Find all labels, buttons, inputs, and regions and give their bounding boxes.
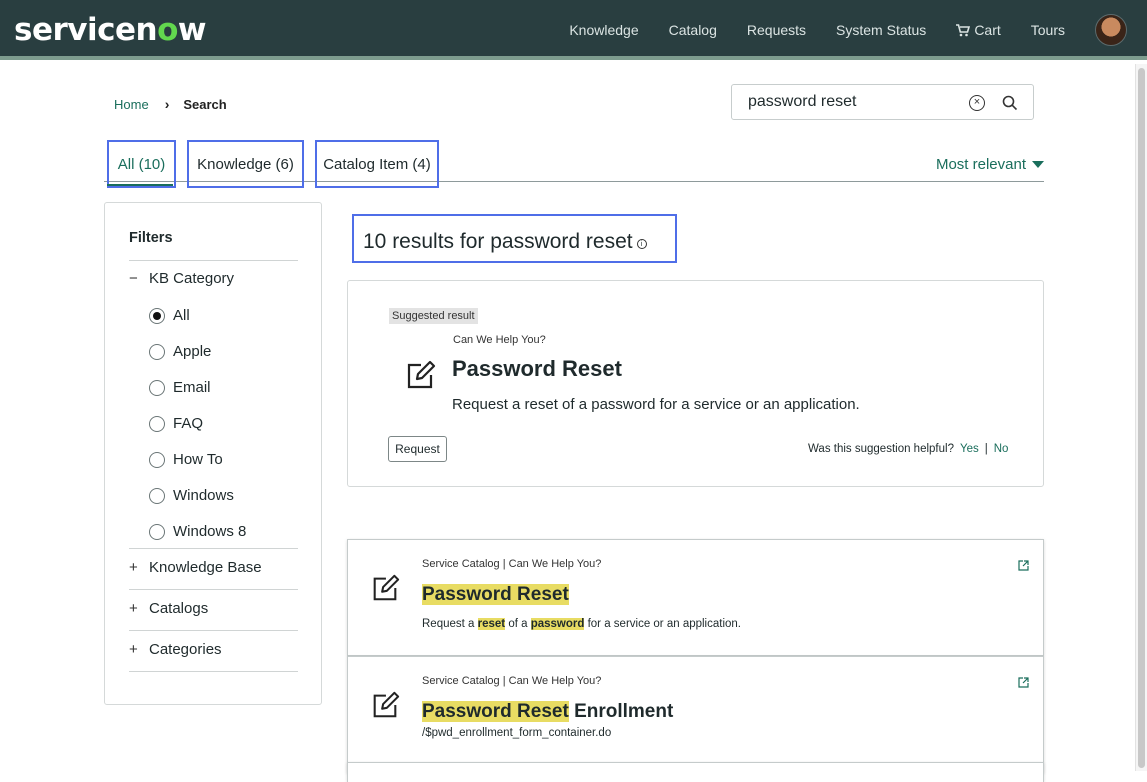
radio-kb-windows-8[interactable]: Windows 8 [149,523,246,540]
result-url: /$pwd_enrollment_form_container.do [422,727,612,739]
edit-form-icon [407,360,436,389]
external-link-icon[interactable] [1018,560,1029,571]
radio-button[interactable] [149,379,165,396]
result-source: Service Catalog | Can We Help You? [422,558,602,570]
search-result-item[interactable] [347,762,1044,782]
tab-all[interactable]: All (10) [107,140,176,188]
radio-button[interactable] [149,487,165,504]
top-header: servicenow Knowledge Catalog Requests Sy… [0,0,1147,60]
suggested-title[interactable]: Password Reset [452,356,622,382]
expand-icon: + [129,600,138,617]
filter-group-knowledge-base[interactable]: + Knowledge Base [129,559,262,576]
expand-icon: + [129,641,138,658]
suggested-result-card: Suggested result Can We Help You? Passwo… [347,280,1044,487]
edit-form-icon [373,574,400,601]
nav-knowledge[interactable]: Knowledge [569,22,638,38]
expand-icon: + [129,559,138,576]
divider [129,630,298,631]
chevron-right-icon: › [164,96,170,112]
top-nav: Knowledge Catalog Requests System Status… [569,0,1147,60]
helpful-yes-link[interactable]: Yes [960,443,979,455]
result-title[interactable]: Password Reset [422,584,569,606]
radio-button[interactable] [149,343,165,360]
sort-dropdown[interactable]: Most relevant [936,156,1044,173]
nav-system-status[interactable]: System Status [836,22,926,38]
result-source: Service Catalog | Can We Help You? [422,675,602,687]
user-avatar[interactable] [1095,14,1127,46]
page-scrollbar[interactable] [1135,64,1147,771]
radio-kb-faq[interactable]: FAQ [149,415,203,432]
active-tab-underline [107,184,173,186]
helpful-feedback: Was this suggestion helpful? Yes | No [808,443,1009,455]
search-input[interactable] [748,93,953,111]
nav-requests[interactable]: Requests [747,22,806,38]
suggested-badge: Suggested result [389,308,478,324]
tab-catalog-item[interactable]: Catalog Item (4) [315,140,439,188]
radio-button[interactable] [149,523,165,540]
result-tabs: All (10) Knowledge (6) Catalog Item (4) … [104,140,1044,188]
collapse-icon: − [129,270,138,287]
caret-down-icon [1032,161,1044,168]
helpful-no-link[interactable]: No [994,443,1009,455]
result-description: Request a reset of a password for a serv… [422,618,741,630]
request-button[interactable]: Request [388,436,447,462]
tab-knowledge[interactable]: Knowledge (6) [187,140,304,188]
radio-kb-windows[interactable]: Windows [149,487,234,504]
filter-group-categories[interactable]: + Categories [129,641,222,658]
radio-kb-all[interactable]: All [149,307,190,324]
divider [129,548,298,549]
radio-button[interactable] [149,307,165,324]
radio-button[interactable] [149,451,165,468]
result-title[interactable]: Password Reset Enrollment [422,701,673,723]
cart-icon [956,23,971,36]
results-summary: 10 results for password reset i [352,214,677,263]
radio-kb-how-to[interactable]: How To [149,451,223,468]
filters-panel: Filters − KB Category All Apple Email FA… [104,202,322,705]
breadcrumb: Home › Search [114,96,227,112]
info-circle-icon[interactable]: i [636,239,647,249]
filter-group-kb-category[interactable]: − KB Category [129,270,234,287]
divider [129,589,298,590]
radio-button[interactable] [149,415,165,432]
search-result-item[interactable]: Service Catalog | Can We Help You? Passw… [347,539,1044,656]
divider [129,260,298,261]
breadcrumb-home-link[interactable]: Home [114,97,149,112]
nav-tours[interactable]: Tours [1031,22,1065,38]
circle-x-icon[interactable]: × [969,95,985,111]
search-box: × [731,84,1034,120]
nav-catalog[interactable]: Catalog [669,22,717,38]
suggested-source: Can We Help You? [453,334,546,346]
radio-kb-email[interactable]: Email [149,379,211,396]
filter-group-catalogs[interactable]: + Catalogs [129,600,208,617]
filters-title: Filters [129,230,173,246]
edit-form-icon [373,691,400,718]
servicenow-logo[interactable]: servicenow [14,12,207,48]
search-result-item[interactable]: Service Catalog | Can We Help You? Passw… [347,656,1044,773]
nav-cart[interactable]: Cart [956,22,1001,38]
breadcrumb-current: Search [183,96,227,112]
external-link-icon[interactable] [1018,677,1029,688]
suggested-description: Request a reset of a password for a serv… [452,396,860,413]
magnifier-icon[interactable] [1002,95,1018,111]
scrollbar-thumb[interactable] [1138,68,1145,768]
divider [129,671,298,672]
radio-kb-apple[interactable]: Apple [149,343,211,360]
